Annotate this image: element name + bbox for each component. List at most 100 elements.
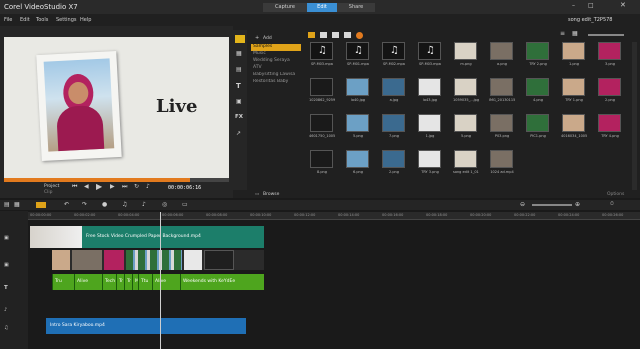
- media-thumbnail[interactable]: [382, 150, 405, 168]
- fx-icon[interactable]: FX: [235, 114, 243, 120]
- overlay-clip-2[interactable]: [72, 250, 102, 270]
- playhead[interactable]: [160, 212, 161, 349]
- media-thumbnail[interactable]: [490, 42, 513, 60]
- media-thumbnail[interactable]: [454, 150, 477, 168]
- media-thumbnail[interactable]: [562, 114, 585, 132]
- media-thumbnail[interactable]: [598, 78, 621, 96]
- minimize-icon[interactable]: –: [572, 2, 575, 9]
- menu-help[interactable]: Help: [80, 17, 91, 23]
- media-thumbnail[interactable]: [346, 114, 369, 132]
- browse-icon[interactable]: ▭: [255, 192, 259, 197]
- instant-project-icon[interactable]: ▦: [236, 50, 242, 57]
- title-clip[interactable]: Tech: [102, 274, 116, 290]
- list-view-icon[interactable]: ≡: [560, 30, 565, 37]
- media-thumbnail[interactable]: [310, 150, 333, 168]
- zoom-slider[interactable]: [532, 204, 572, 206]
- media-thumbnail[interactable]: [454, 42, 477, 60]
- media-thumbnail[interactable]: [598, 114, 621, 132]
- browse-button[interactable]: Browse: [263, 192, 279, 197]
- music-clip[interactable]: Intro Sara Kiryaboo.mp4: [46, 318, 246, 334]
- music-track-icon[interactable]: ♫: [4, 325, 8, 331]
- title-icon[interactable]: T: [236, 82, 241, 90]
- title-clip[interactable]: Tr: [124, 274, 132, 290]
- scrub-bar[interactable]: [4, 178, 229, 182]
- options-button[interactable]: Options: [607, 192, 624, 197]
- menu-file[interactable]: File: [4, 17, 12, 23]
- overlay-clip-5[interactable]: [184, 250, 202, 270]
- track-manager-icon[interactable]: [36, 202, 46, 208]
- repeat-icon[interactable]: ↻: [134, 183, 139, 190]
- play-icon[interactable]: ▶: [96, 182, 102, 191]
- category-atv[interactable]: ATV: [251, 65, 301, 72]
- media-thumbnail[interactable]: [418, 150, 441, 168]
- voice-track-icon[interactable]: ♪: [4, 307, 7, 313]
- media-thumbnail[interactable]: [418, 78, 441, 96]
- thumbnail-size-slider[interactable]: [588, 34, 624, 36]
- title-clip[interactable]: Tru: [52, 274, 74, 290]
- media-thumbnail[interactable]: [490, 114, 513, 132]
- subtitle-editor-icon[interactable]: ▭: [182, 201, 188, 208]
- folder-icon[interactable]: [308, 32, 315, 38]
- video-clip[interactable]: Free Stock Video Crumpled Paper Backgrou…: [30, 226, 264, 248]
- category-samples[interactable]: Samples: [251, 44, 301, 51]
- add-folder-icon[interactable]: +: [255, 35, 259, 41]
- media-thumbnail[interactable]: [526, 114, 549, 132]
- overlay-clip-4[interactable]: [126, 250, 182, 270]
- sound-mixer-icon[interactable]: ♫: [122, 201, 127, 208]
- favorites-icon[interactable]: [356, 32, 363, 39]
- zoom-in-icon[interactable]: ⊕: [575, 201, 580, 208]
- category-babysitting[interactable]: Babysitting Lawisa: [251, 72, 301, 79]
- media-thumbnail[interactable]: [310, 114, 333, 132]
- menu-edit[interactable]: Edit: [20, 17, 30, 23]
- media-thumbnail[interactable]: [562, 42, 585, 60]
- media-thumbnail[interactable]: [490, 78, 513, 96]
- zoom-out-icon[interactable]: ⊖: [520, 201, 525, 208]
- media-thumbnail[interactable]: [526, 42, 549, 60]
- media-thumbnail[interactable]: [382, 78, 405, 96]
- maximize-icon[interactable]: □: [588, 2, 594, 9]
- timeline-view-icon[interactable]: ▦: [14, 201, 20, 208]
- redo-icon[interactable]: ↷: [82, 201, 87, 208]
- media-thumbnail[interactable]: [454, 78, 477, 96]
- overlay-clip-6[interactable]: [204, 250, 234, 270]
- overlay-track-icon[interactable]: ▣: [4, 262, 9, 268]
- tab-edit[interactable]: Edit: [307, 3, 337, 12]
- close-icon[interactable]: ✕: [620, 1, 626, 9]
- show-videos-icon[interactable]: [320, 32, 327, 38]
- title-track-icon[interactable]: T: [4, 285, 8, 291]
- show-audio-icon[interactable]: [344, 32, 351, 38]
- menu-settings[interactable]: Settings: [56, 17, 77, 23]
- title-clip[interactable]: Alive: [152, 274, 180, 290]
- menu-tools[interactable]: Tools: [36, 17, 48, 23]
- category-restoritas[interactable]: Restoritas Baby: [251, 79, 301, 86]
- media-thumbnail[interactable]: [418, 114, 441, 132]
- add-folder-button[interactable]: Add: [263, 36, 272, 41]
- media-thumbnail[interactable]: [562, 78, 585, 96]
- tab-share[interactable]: Share: [337, 3, 375, 12]
- timeline-ruler[interactable]: 00:00:00:00 00:00:02:00 00:00:04:00 00:00:0…: [28, 212, 640, 220]
- volume-icon[interactable]: ♪: [146, 183, 150, 190]
- storyboard-view-icon[interactable]: ▤: [4, 201, 10, 208]
- title-clip[interactable]: Alive: [74, 274, 102, 290]
- media-thumbnail[interactable]: [454, 114, 477, 132]
- go-end-icon[interactable]: ⏭: [122, 183, 127, 191]
- path-icon[interactable]: ↗: [236, 130, 241, 137]
- show-photos-icon[interactable]: [332, 32, 339, 38]
- go-start-icon[interactable]: ⏮: [72, 183, 77, 191]
- auto-music-icon[interactable]: ♪: [142, 201, 146, 208]
- video-track-icon[interactable]: ▣: [4, 235, 9, 241]
- title-clip[interactable]: Weekends with KeYdEe: [180, 274, 264, 290]
- media-thumbnail[interactable]: [526, 78, 549, 96]
- prev-frame-icon[interactable]: ◀: [84, 183, 89, 190]
- clip-toggle[interactable]: Clip: [44, 190, 53, 195]
- transition-icon[interactable]: ▤: [236, 66, 242, 73]
- category-wedding[interactable]: Wedding Seraya: [251, 58, 301, 65]
- undo-icon[interactable]: ↶: [64, 201, 69, 208]
- motion-tracking-icon[interactable]: ◎: [162, 201, 167, 208]
- title-clip[interactable]: Tr: [116, 274, 124, 290]
- audio-thumbnail[interactable]: ♫: [310, 42, 333, 60]
- library-scrollbar[interactable]: [632, 42, 637, 190]
- media-thumbnail[interactable]: [382, 114, 405, 132]
- project-toggle[interactable]: Project: [44, 184, 59, 189]
- media-thumbnail[interactable]: [490, 150, 513, 168]
